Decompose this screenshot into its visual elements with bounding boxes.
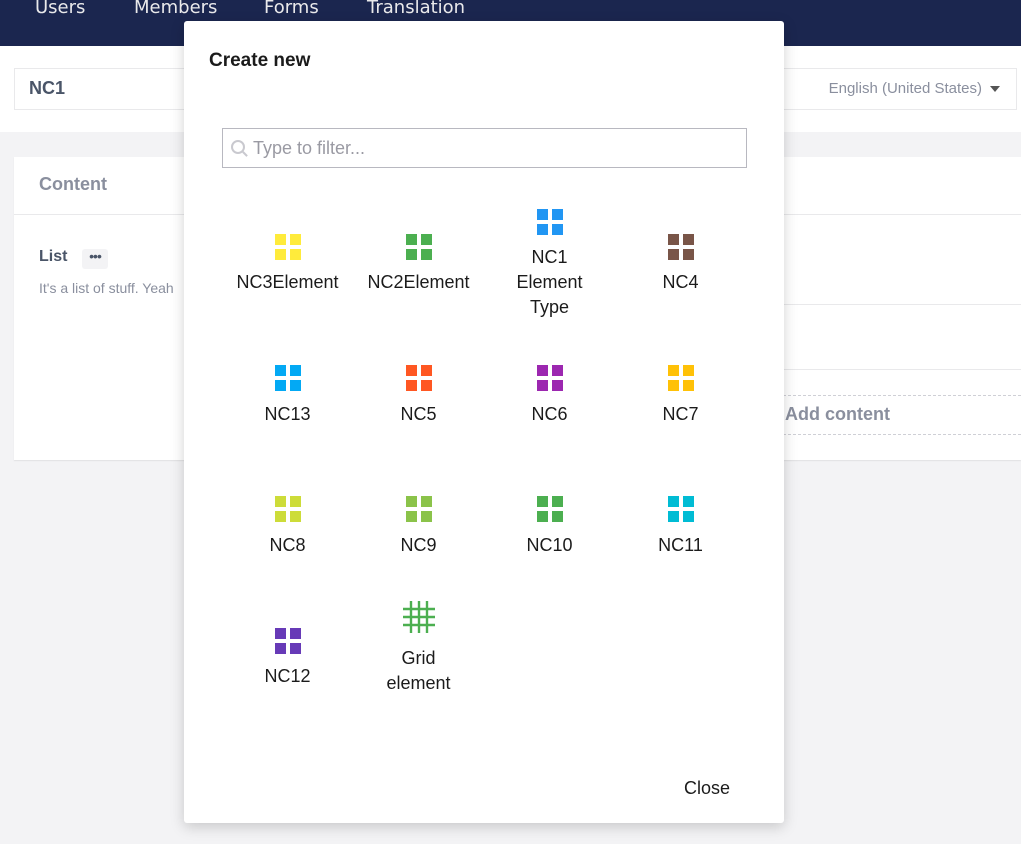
grid-icon — [406, 365, 432, 391]
element-type-nc5[interactable]: NC5 — [353, 338, 484, 448]
property-actions-button[interactable]: ••• — [82, 249, 108, 269]
dialog-title: Create new — [209, 50, 311, 71]
element-type-nc13[interactable]: NC13 — [222, 338, 353, 448]
grid-icon — [668, 365, 694, 391]
nav-item-translation[interactable]: Translation — [367, 0, 465, 18]
element-type-nc10[interactable]: NC10 — [484, 469, 615, 579]
element-type-label: NC12 — [264, 666, 311, 686]
element-type-label: NC7 — [662, 404, 699, 424]
property-label: List — [39, 248, 68, 265]
grid-icon — [275, 496, 301, 522]
grid-icon — [537, 365, 563, 391]
hashtag-grid-icon — [403, 601, 435, 633]
element-type-nc8[interactable]: NC8 — [222, 469, 353, 579]
element-type-label: NC4 — [662, 272, 699, 292]
nav-item-forms[interactable]: Forms — [264, 0, 319, 18]
element-type-nc12[interactable]: NC12 — [222, 600, 353, 710]
element-type-label: NC6 — [531, 404, 568, 424]
caret-down-icon — [990, 86, 1000, 93]
grid-icon — [275, 628, 301, 654]
culture-label: English (United States) — [828, 80, 982, 97]
property-description: It's a list of stuff. Yeah — [39, 280, 174, 296]
element-type-label: NC10 — [526, 535, 573, 555]
element-type-label: NC5 — [400, 404, 437, 424]
search-icon — [231, 140, 245, 154]
element-type-label: NC2Element — [367, 272, 470, 292]
element-type-label: NC11 — [658, 535, 703, 555]
nav-item-members[interactable]: Members — [134, 0, 217, 18]
grid-icon — [406, 234, 432, 260]
culture-selector[interactable]: English (United States) — [829, 80, 1000, 97]
element-type-label: Grid element — [386, 648, 451, 693]
node-name: NC1 — [29, 78, 66, 98]
grid-icon — [406, 496, 432, 522]
element-type-nc1-element-type[interactable]: NC1 Element Type — [484, 206, 615, 336]
add-content-button[interactable]: Add content — [778, 395, 1021, 435]
element-type-label: NC8 — [269, 535, 306, 555]
grid-icon — [275, 234, 301, 260]
grid-icon — [668, 496, 694, 522]
group-title: Content — [39, 174, 107, 194]
element-type-nc11[interactable]: NC11 — [615, 469, 746, 579]
element-type-label: NC13 — [264, 404, 311, 424]
close-button[interactable]: Close — [684, 778, 730, 799]
element-type-nc7[interactable]: NC7 — [615, 338, 746, 448]
element-type-label: NC1 Element Type — [516, 247, 583, 317]
filter-box — [222, 128, 747, 168]
element-type-nc6[interactable]: NC6 — [484, 338, 615, 448]
grid-icon — [668, 234, 694, 260]
nav-item-users[interactable]: Users — [35, 0, 85, 18]
create-new-dialog: Create new NC3Element NC2Element NC1 Ele… — [184, 21, 784, 823]
grid-icon — [537, 496, 563, 522]
add-content-label: Add content — [785, 404, 890, 424]
element-type-nc2element[interactable]: NC2Element — [353, 206, 484, 316]
element-type-label: NC3Element — [236, 272, 339, 292]
filter-input[interactable] — [253, 135, 733, 161]
element-type-grid-element[interactable]: Grid element — [353, 600, 484, 720]
element-type-nc9[interactable]: NC9 — [353, 469, 484, 579]
element-type-nc3element[interactable]: NC3Element — [222, 206, 353, 316]
element-type-label: NC9 — [400, 535, 437, 555]
grid-icon — [275, 365, 301, 391]
element-type-nc4[interactable]: NC4 — [615, 206, 746, 316]
grid-icon — [537, 209, 563, 235]
